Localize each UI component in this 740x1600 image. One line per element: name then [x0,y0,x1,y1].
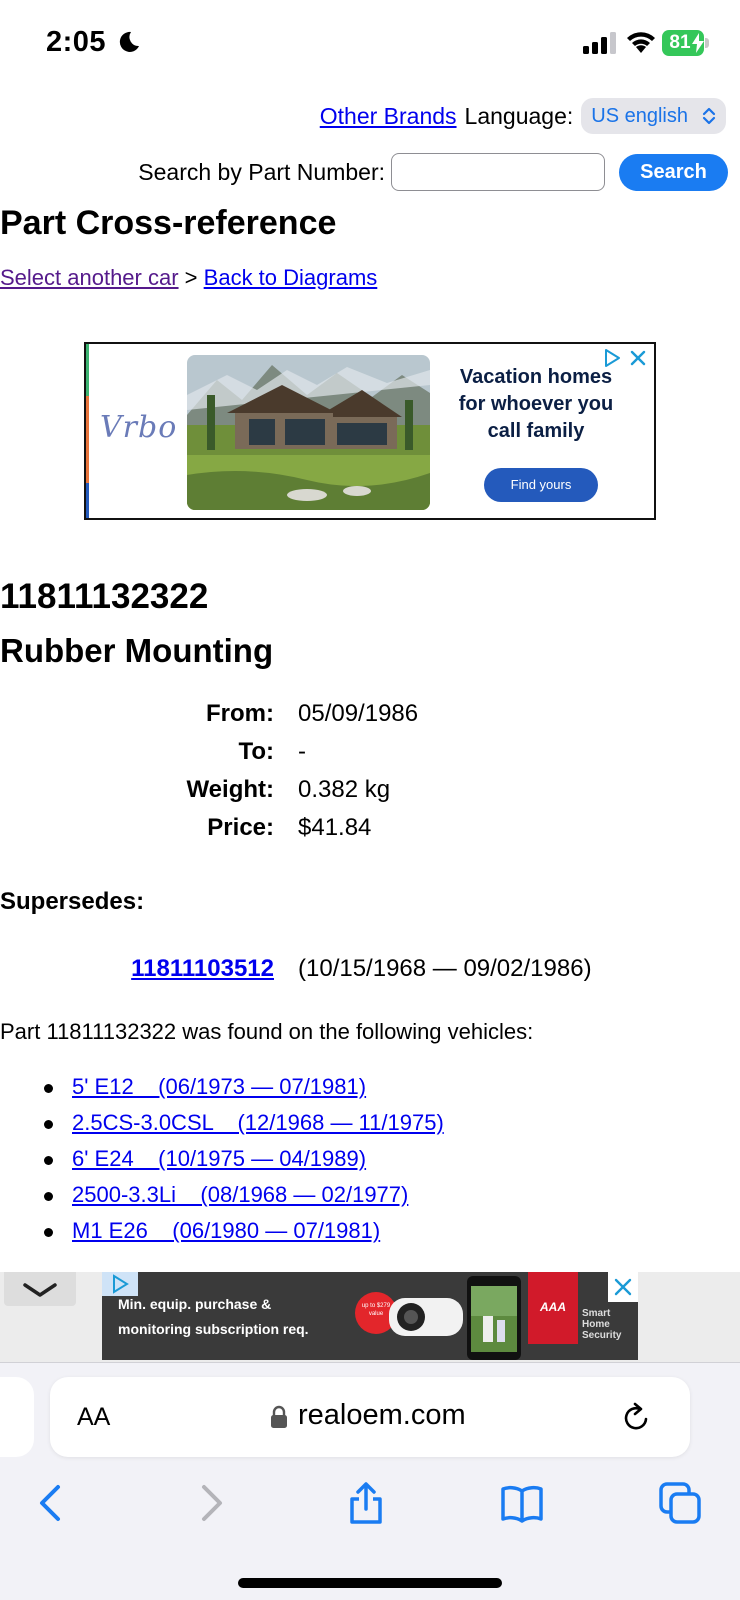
banner-ad-text: Min. equip. purchase & monitoring subscr… [118,1292,309,1342]
list-item: 2.5CS-3.0CSL (12/1968 — 11/1975) [42,1110,444,1146]
collapse-ad-button[interactable] [4,1272,76,1306]
spec-row-price: Price: $41.84 [0,814,740,852]
ad-accent-bar [86,344,89,518]
list-item: 5' E12 (06/1973 — 07/1981) [42,1074,444,1110]
back-to-diagrams-link[interactable]: Back to Diagrams [204,265,378,290]
spec-value: 05/09/1986 [298,700,419,727]
part-search: Search by Part Number: Search [138,153,728,191]
cellular-signal-icon [583,32,616,54]
ad-close-icon[interactable] [628,348,648,368]
superseded-part-link[interactable]: 11811103512 [131,955,274,983]
banner-ad-line2: monitoring subscription req. [118,1321,309,1337]
close-icon [614,1278,632,1296]
select-another-car-link[interactable]: Select another car [0,265,179,290]
bookmarks-icon[interactable] [500,1481,544,1525]
vehicle-link[interactable]: 2500-3.3Li (08/1968 — 02/1977) [72,1182,408,1207]
browser-toolbar: AA realoem.com [0,1362,740,1600]
vehicle-link[interactable]: 2.5CS-3.0CSL (12/1968 — 11/1975) [72,1110,444,1135]
reader-settings-button[interactable]: AA [77,1403,110,1432]
spec-value: - [298,738,306,765]
phone-image [467,1276,521,1360]
moon-icon [119,31,139,52]
url-text: realoem.com [298,1399,466,1431]
spec-row-from: From: 05/09/1986 [0,700,740,738]
spec-label: Weight: [186,776,274,803]
aa-label: AA [77,1403,111,1431]
search-button[interactable]: Search [619,153,728,191]
language-label: Language: [464,102,574,129]
list-item: 2500-3.3Li (08/1968 — 02/1977) [42,1182,444,1218]
spec-label: Price: [207,814,274,841]
battery-indicator: 81 [662,30,710,56]
security-camera-image [389,1298,463,1336]
breadcrumb-separator: > [184,265,198,290]
chevron-up-down-icon [702,107,716,125]
wifi-icon [627,32,655,53]
share-icon[interactable] [344,1481,388,1525]
banner-close-button[interactable] [608,1272,638,1302]
address-bar[interactable]: AA realoem.com [50,1377,690,1457]
chevron-down-icon [23,1283,57,1297]
banner-ad-line1: Min. equip. purchase & [118,1296,272,1312]
reload-icon[interactable] [622,1401,652,1433]
vehicle-link[interactable]: 5' E12 (06/1973 — 07/1981) [72,1074,366,1099]
ad-headline: Vacation homes for whoever you call fami… [458,366,614,442]
previous-tab-preview[interactable] [0,1377,34,1457]
spec-row-to: To: - [0,738,740,776]
vehicle-link[interactable]: 6' E24 (10/1975 — 04/1989) [72,1146,366,1171]
vehicle-list: 5' E12 (06/1973 — 07/1981) 2.5CS-3.0CSL … [42,1074,444,1254]
clock: 2:05 [46,26,107,58]
header-row: Other Brands Language: US english [320,98,726,134]
ad-house-image [187,355,430,510]
breadcrumb: Select another car > Back to Diagrams [0,265,377,291]
back-icon[interactable] [30,1481,74,1525]
spec-label: From: [206,700,274,727]
list-item: 6' E24 (10/1975 — 04/1989) [42,1146,444,1182]
vehicle-link[interactable]: M1 E26 (06/1980 — 07/1981) [72,1218,380,1243]
part-number-input[interactable] [391,153,605,191]
ad-cta-button[interactable]: Find yours [484,468,598,502]
spec-row-weight: Weight: 0.382 kg [0,776,740,814]
forward-icon[interactable] [188,1481,232,1525]
search-label: Search by Part Number: [138,158,385,185]
spec-value: 0.382 kg [298,776,391,803]
language-value: US english [591,104,688,127]
banner-ad[interactable]: Min. equip. purchase & monitoring subscr… [102,1272,638,1360]
part-number: 11811132322 [0,577,209,616]
advertisement[interactable]: Vrbo Vacation homes for whoever you call… [84,342,656,520]
language-select[interactable]: US english [581,98,726,134]
page-title: Part Cross-reference [0,204,337,242]
supersedes-heading: Supersedes: [0,888,145,915]
spec-label: To: [238,738,274,765]
adchoices-icon[interactable] [602,348,622,368]
lock-icon [271,1405,287,1428]
superseded-date-range: (10/15/1968 — 09/02/1986) [298,955,592,982]
banner-ad-tagline: Smart Home Security [582,1308,622,1341]
part-name: Rubber Mounting [0,632,274,669]
aaa-logo: AAA [528,1272,578,1344]
sticky-ad-container: Min. equip. purchase & monitoring subscr… [0,1272,740,1362]
vehicles-intro: Part 11811132322 was found on the follow… [0,1019,534,1044]
charging-bolt-icon [692,33,704,53]
ad-brand-logo: Vrbo [100,410,178,445]
spec-value: $41.84 [298,814,372,841]
list-item: M1 E26 (06/1980 — 07/1981) [42,1218,444,1254]
home-indicator [238,1578,502,1588]
tabs-icon[interactable] [658,1481,702,1525]
other-brands-link[interactable]: Other Brands [320,103,457,130]
status-bar: 2:05 81 [0,0,740,90]
